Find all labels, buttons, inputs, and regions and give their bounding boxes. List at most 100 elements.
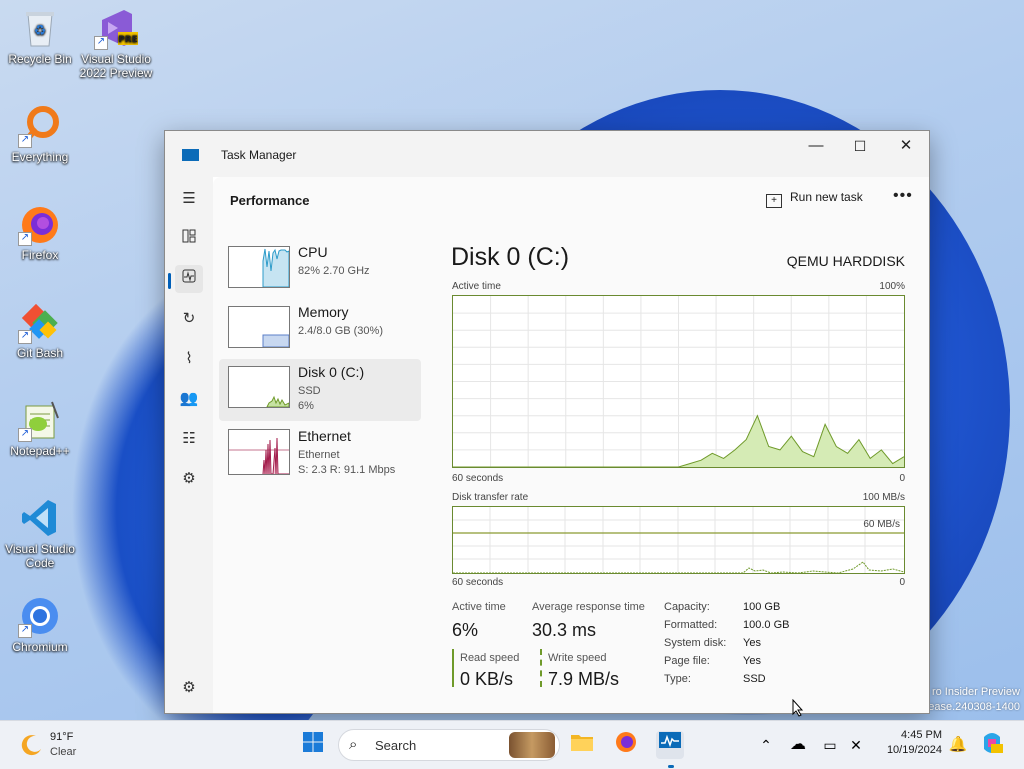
page-title: Performance <box>230 193 310 208</box>
property-value: 100.0 GB <box>743 619 790 631</box>
window-title: Task Manager <box>221 148 297 162</box>
task-manager-app-icon <box>182 149 199 161</box>
resource-detail: 2.4/8.0 GB (30%) <box>298 325 383 337</box>
run-new-task-icon: + <box>766 194 782 208</box>
write-speed-value: 7.9 MB/s <box>548 669 620 689</box>
git-bash-icon: ↗ <box>18 300 62 344</box>
run-new-task-label: Run new task <box>790 190 863 204</box>
minimize-button[interactable]: — <box>793 131 839 163</box>
moon-icon <box>21 735 41 756</box>
active-time-graph-right-label: 0 <box>899 473 905 484</box>
desktop-icon-firefox[interactable]: ↗ Firefox <box>2 198 78 262</box>
property-key: System disk: <box>664 637 727 649</box>
transfer-rate-chart <box>453 507 905 574</box>
hamburger-icon[interactable]: ☰ <box>175 185 203 213</box>
property-key: Type: <box>664 673 691 685</box>
clock[interactable]: 4:45 PM 10/19/2024 <box>876 729 942 756</box>
desktop-icon-notepadpp[interactable]: ↗ Notepad++ <box>2 394 78 458</box>
disk-thumbnail-graph <box>228 366 290 408</box>
firefox-icon: ↗ <box>18 202 62 246</box>
weather-widget[interactable]: 91°F Clear <box>18 729 108 761</box>
title-bar[interactable]: Task Manager — ☐ ✕ <box>165 131 929 177</box>
shortcut-arrow-icon: ↗ <box>18 330 32 344</box>
property-value: Yes <box>743 637 761 649</box>
resource-detail: SSD <box>298 385 321 397</box>
desktop-icon-label: Chromium <box>12 640 68 654</box>
task-manager-icon <box>659 732 681 748</box>
desktop-icon-label: Visual Studio <box>5 542 75 556</box>
shortcut-arrow-icon: ↗ <box>94 36 108 50</box>
users-icon[interactable]: 👥 <box>175 385 203 413</box>
folder-icon <box>571 735 593 751</box>
recycle-bin-icon: ♻ <box>18 6 62 50</box>
desktop-icon-label: Firefox <box>21 248 59 262</box>
desktop-icon-label: Code <box>25 556 55 570</box>
desktop-icon-chromium[interactable]: ↗ Chromium <box>2 590 78 654</box>
avg-response-stat-label: Average response time <box>532 601 645 613</box>
desktop-icon-visual-studio[interactable]: PRE ↗ Visual Studio 2022 Preview <box>78 2 154 80</box>
performance-pane: Performance + Run new task ••• CPU 82% 2.… <box>213 177 929 713</box>
property-key: Capacity: <box>664 601 710 613</box>
svg-text:PRE: PRE <box>118 35 138 45</box>
active-time-graph-max: 100% <box>879 281 905 292</box>
app-history-icon[interactable]: ↻ <box>175 305 203 333</box>
disk-model: QEMU HARDDISK <box>786 253 905 269</box>
copilot-button[interactable] <box>978 731 1006 759</box>
ethernet-thumbnail-graph <box>228 429 290 475</box>
chromium-icon: ↗ <box>18 594 62 638</box>
active-time-graph <box>452 295 905 468</box>
resource-item-disk[interactable]: Disk 0 (C:) SSD 6% <box>219 359 421 421</box>
desktop-icon-recycle-bin[interactable]: ♻ Recycle Bin <box>2 2 78 66</box>
details-icon[interactable]: ☷ <box>175 425 203 453</box>
startup-apps-icon[interactable]: ⌇ <box>175 345 203 373</box>
maximize-button[interactable]: ☐ <box>837 131 883 163</box>
file-explorer-taskbar-button[interactable] <box>568 731 596 759</box>
performance-icon[interactable] <box>175 265 203 293</box>
services-icon[interactable]: ⚙ <box>175 465 203 493</box>
firefox-taskbar-button[interactable] <box>612 731 640 759</box>
network-icon[interactable]: ▭ <box>816 731 844 759</box>
transfer-graph-label: Disk transfer rate <box>452 492 529 503</box>
resource-name: Memory <box>298 304 349 320</box>
copilot-icon <box>984 733 1003 753</box>
weather-desc: Clear <box>50 746 77 758</box>
resource-item-memory[interactable]: Memory 2.4/8.0 GB (30%) <box>219 299 421 361</box>
notification-bell-icon[interactable]: 🔔 <box>944 731 972 759</box>
notepadpp-icon: ↗ <box>18 398 62 442</box>
resource-name: Ethernet <box>298 428 351 444</box>
desktop-icon-label: Visual Studio <box>81 52 151 66</box>
active-time-stat-value: 6% <box>452 620 479 640</box>
shortcut-arrow-icon: ↗ <box>18 232 32 246</box>
active-time-stat-label: Active time <box>452 601 506 613</box>
visual-studio-icon: PRE ↗ <box>94 6 138 50</box>
chevron-up-icon[interactable]: ⌃ <box>752 731 780 759</box>
settings-icon[interactable]: ⚙ <box>175 674 203 702</box>
resource-item-ethernet[interactable]: Ethernet Ethernet S: 2.3 R: 91.1 Mbps <box>219 425 421 487</box>
resource-item-cpu[interactable]: CPU 82% 2.70 GHz <box>219 239 421 301</box>
more-options-button[interactable]: ••• <box>893 187 913 205</box>
cloud-offline-icon[interactable]: ☁ <box>784 731 812 759</box>
processes-icon[interactable] <box>175 225 203 253</box>
desktop-icon-vscode[interactable]: Visual Studio Code <box>2 492 78 570</box>
write-speed-marker <box>540 649 542 687</box>
run-new-task-button[interactable]: + Run new task <box>766 190 863 208</box>
start-button[interactable] <box>299 731 327 759</box>
property-value: Yes <box>743 655 761 667</box>
resource-detail: 82% 2.70 GHz <box>298 265 370 277</box>
insider-watermark-line2: ease.240308-1400 <box>928 701 1020 713</box>
search-icon: ⌕ <box>349 736 358 753</box>
active-time-graph-label: Active time <box>452 281 501 292</box>
taskbar-search-box[interactable]: ⌕ Search <box>338 729 560 761</box>
task-manager-taskbar-button[interactable] <box>656 731 684 759</box>
volume-muted-icon[interactable]: ✕ <box>842 731 870 759</box>
resource-name: CPU <box>298 244 328 260</box>
property-value: SSD <box>743 673 766 685</box>
desktop-icon-everything[interactable]: ↗ Everything <box>2 100 78 164</box>
desktop-icon-label: Recycle Bin <box>8 52 72 66</box>
firefox-icon <box>616 732 636 752</box>
weather-temp: 91°F <box>50 731 74 743</box>
search-highlight-image <box>509 732 555 758</box>
read-speed-label: Read speed <box>460 652 520 664</box>
close-button[interactable]: ✕ <box>883 131 929 163</box>
desktop-icon-git-bash[interactable]: ↗ Git Bash <box>2 296 78 360</box>
